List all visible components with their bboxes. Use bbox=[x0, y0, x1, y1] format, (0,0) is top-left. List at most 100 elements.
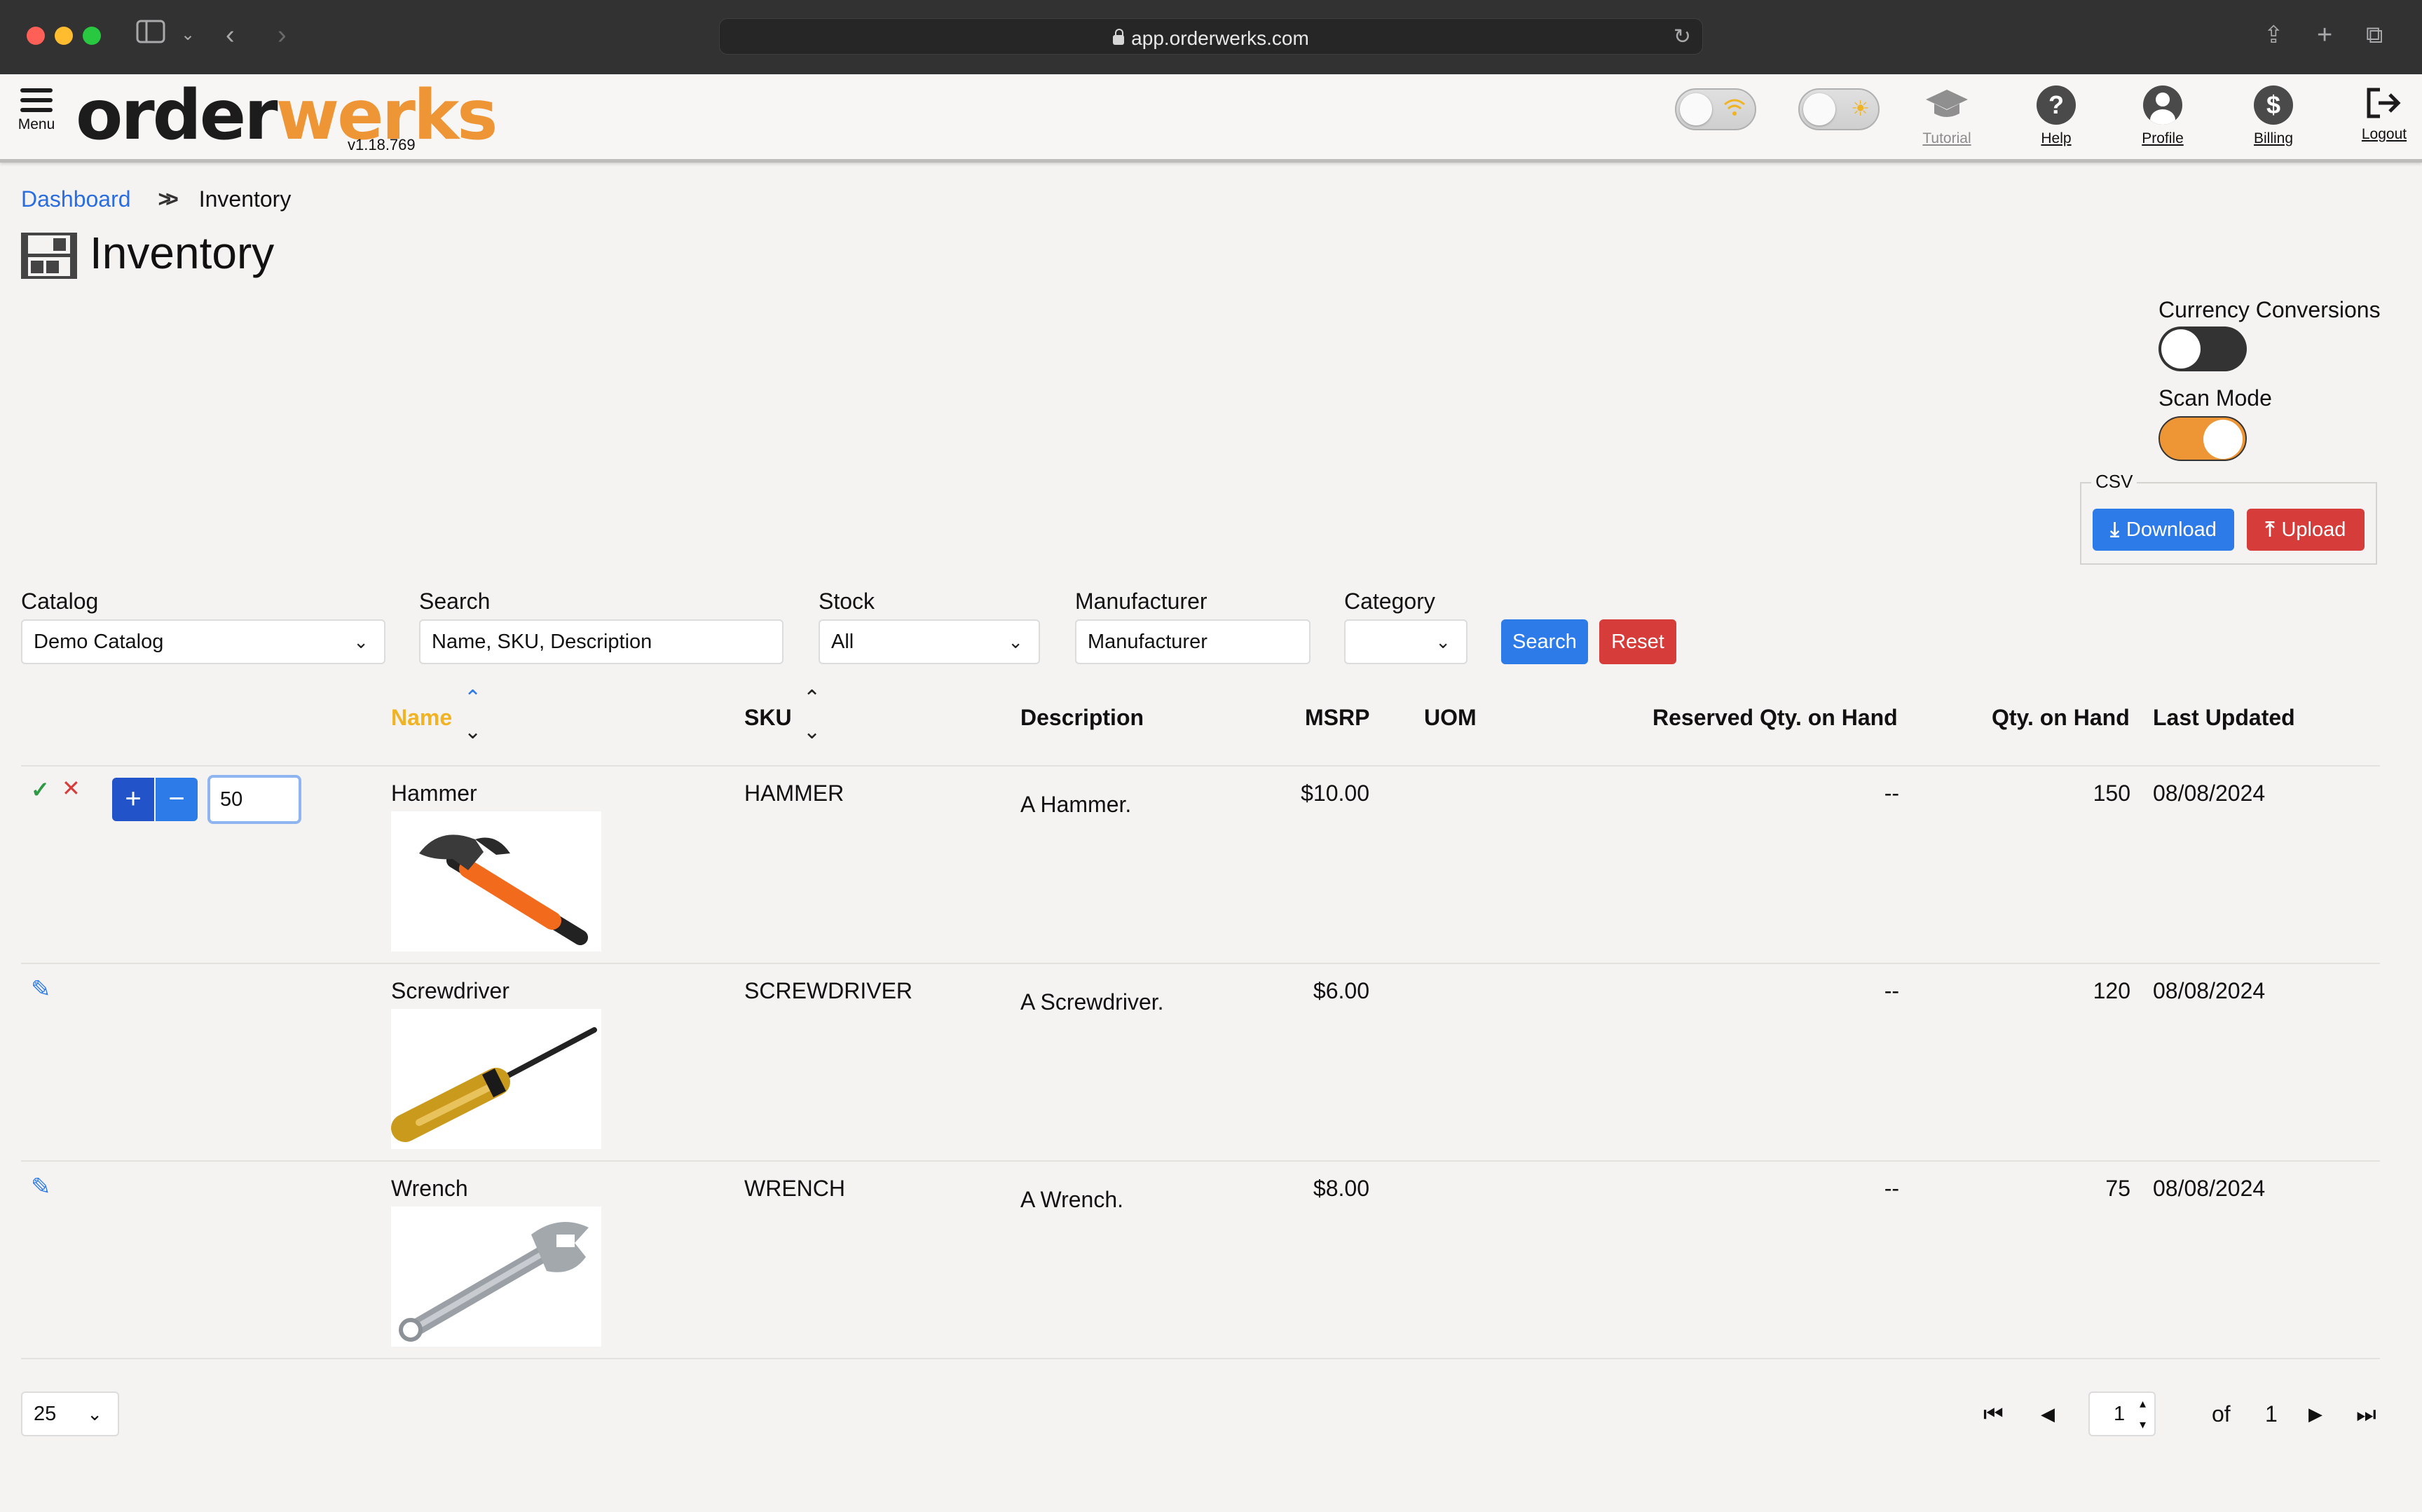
wrench-image bbox=[391, 1207, 601, 1347]
sort-desc-icon[interactable]: ⌄ bbox=[803, 722, 821, 743]
row-description: A Screwdriver. bbox=[1020, 989, 1164, 1015]
theme-toggle[interactable]: ☀ bbox=[1798, 88, 1880, 130]
edit-pencil-icon[interactable]: ✎ bbox=[31, 975, 51, 1003]
first-page-icon[interactable]: ⏮ bbox=[1983, 1400, 2004, 1428]
page-number-input[interactable]: 1 ▴ ▾ bbox=[2088, 1391, 2156, 1436]
menu-button[interactable]: Menu bbox=[15, 88, 57, 133]
dollar-icon: $ bbox=[2254, 85, 2293, 125]
reload-icon[interactable]: ↻ bbox=[1674, 25, 1691, 49]
row-last-updated: 08/08/2024 bbox=[2153, 1176, 2266, 1201]
tutorial-link[interactable]: Tutorial bbox=[1919, 85, 1975, 147]
column-header-sku[interactable]: SKU bbox=[744, 705, 792, 731]
row-msrp: $6.00 bbox=[1313, 978, 1369, 1003]
breadcrumb-current: Inventory bbox=[198, 186, 292, 212]
scan-mode-switch[interactable] bbox=[2158, 416, 2247, 461]
catalog-label: Catalog bbox=[21, 589, 99, 614]
chevron-down-icon[interactable]: ⌄ bbox=[181, 20, 195, 50]
stock-label: Stock bbox=[819, 589, 875, 614]
sidebar-toggle-icon[interactable] bbox=[136, 20, 165, 50]
row-divider bbox=[21, 765, 2380, 767]
edit-pencil-icon[interactable]: ✎ bbox=[31, 1173, 51, 1201]
forward-icon[interactable]: › bbox=[278, 20, 287, 50]
inventory-shelf-icon bbox=[21, 233, 77, 279]
tab-overview-icon[interactable]: ⧉ bbox=[2366, 20, 2383, 50]
currency-conversions-switch[interactable] bbox=[2158, 327, 2247, 371]
menu-label: Menu bbox=[18, 116, 55, 132]
confirm-icon[interactable]: ✓ bbox=[31, 776, 50, 803]
version-label: v1.18.769 bbox=[348, 136, 416, 153]
upload-icon: ⤒ bbox=[2265, 518, 2275, 541]
row-last-updated: 08/08/2024 bbox=[2153, 978, 2266, 1003]
search-button[interactable]: Search bbox=[1501, 619, 1588, 664]
offline-toggle[interactable] bbox=[1675, 88, 1756, 130]
csv-download-button[interactable]: ⤓ Download bbox=[2093, 509, 2234, 551]
new-tab-icon[interactable]: + bbox=[2317, 20, 2332, 50]
help-link[interactable]: ? Help bbox=[2035, 85, 2077, 147]
chevron-down-icon: ⌄ bbox=[87, 1403, 102, 1424]
search-input[interactable]: Name, SKU, Description bbox=[419, 619, 784, 664]
row-last-updated: 08/08/2024 bbox=[2153, 781, 2266, 806]
row-reserved: -- bbox=[1884, 781, 1899, 806]
row-msrp: $8.00 bbox=[1313, 1176, 1369, 1201]
graduation-cap-icon bbox=[1924, 85, 1969, 125]
row-divider bbox=[21, 1160, 2380, 1162]
download-icon: ⤓ bbox=[2110, 518, 2119, 541]
row-sku: HAMMER bbox=[744, 781, 844, 806]
address-bar[interactable]: app.orderwerks.com ↻ bbox=[719, 18, 1703, 55]
row-reserved: -- bbox=[1884, 978, 1899, 1003]
close-window-button[interactable] bbox=[27, 27, 45, 45]
column-header-uom: UOM bbox=[1424, 705, 1477, 730]
stock-select[interactable]: All ⌄ bbox=[819, 619, 1040, 664]
billing-link[interactable]: $ Billing bbox=[2245, 85, 2301, 147]
profile-link[interactable]: Profile bbox=[2135, 85, 2191, 147]
category-label: Category bbox=[1344, 589, 1435, 614]
catalog-select[interactable]: Demo Catalog ⌄ bbox=[21, 619, 385, 664]
sort-asc-icon[interactable]: ⌃ bbox=[464, 688, 481, 709]
logout-link[interactable]: Logout bbox=[2355, 85, 2414, 143]
row-divider bbox=[21, 963, 2380, 964]
sun-icon: ☀ bbox=[1851, 97, 1870, 121]
url-text: app.orderwerks.com bbox=[1131, 27, 1309, 49]
sort-asc-icon[interactable]: ⌃ bbox=[803, 688, 821, 709]
row-qty: 75 bbox=[2105, 1176, 2130, 1201]
cancel-icon[interactable]: ✕ bbox=[62, 775, 81, 802]
chevron-down-icon: ⌄ bbox=[353, 631, 369, 652]
user-icon bbox=[2143, 85, 2182, 125]
csv-upload-button[interactable]: ⤒ Upload bbox=[2247, 509, 2365, 551]
browser-toolbar: ⌄ ‹ › app.orderwerks.com ↻ ⇪ + ⧉ bbox=[0, 0, 2422, 74]
minimize-window-button[interactable] bbox=[55, 27, 73, 45]
back-icon[interactable]: ‹ bbox=[226, 20, 235, 50]
column-header-name[interactable]: Name bbox=[391, 705, 452, 731]
of-label: of bbox=[2212, 1401, 2231, 1427]
row-sku: SCREWDRIVER bbox=[744, 978, 913, 1003]
logout-icon bbox=[2365, 85, 2404, 125]
decrement-button[interactable]: − bbox=[156, 778, 198, 821]
reset-button[interactable]: Reset bbox=[1599, 619, 1676, 664]
maximize-window-button[interactable] bbox=[83, 27, 101, 45]
last-page-icon[interactable]: ⏭ bbox=[2356, 1400, 2376, 1428]
increment-button[interactable]: + bbox=[112, 778, 154, 821]
manufacturer-input[interactable]: Manufacturer bbox=[1075, 619, 1311, 664]
double-chevron-icon: >> bbox=[158, 186, 179, 212]
next-page-icon[interactable]: ▶ bbox=[2308, 1400, 2322, 1428]
chevron-down-icon: ⌄ bbox=[1435, 631, 1451, 652]
sort-desc-icon[interactable]: ⌄ bbox=[464, 722, 481, 743]
breadcrumb: Dashboard >> Inventory bbox=[21, 186, 291, 212]
share-icon[interactable]: ⇪ bbox=[2264, 20, 2284, 50]
row-sku: WRENCH bbox=[744, 1176, 845, 1201]
scan-quantity-input[interactable]: 50 bbox=[207, 775, 301, 824]
search-label: Search bbox=[419, 589, 491, 614]
row-description: A Hammer. bbox=[1020, 792, 1132, 817]
previous-page-icon[interactable]: ◀ bbox=[2041, 1400, 2055, 1428]
spinner-icon: ▴ ▾ bbox=[2139, 1396, 2146, 1431]
row-reserved: -- bbox=[1884, 1176, 1899, 1201]
category-select[interactable]: ⌄ bbox=[1344, 619, 1467, 664]
row-divider bbox=[21, 1358, 2380, 1359]
row-name: Screwdriver bbox=[391, 978, 509, 1003]
question-icon: ? bbox=[2037, 85, 2076, 125]
hammer-image bbox=[391, 811, 601, 951]
orderwerks-logo[interactable]: orderwerks bbox=[76, 77, 498, 154]
page-size-select[interactable]: 25 ⌄ bbox=[21, 1391, 119, 1436]
breadcrumb-dashboard[interactable]: Dashboard bbox=[21, 186, 131, 212]
hamburger-icon bbox=[15, 88, 57, 112]
